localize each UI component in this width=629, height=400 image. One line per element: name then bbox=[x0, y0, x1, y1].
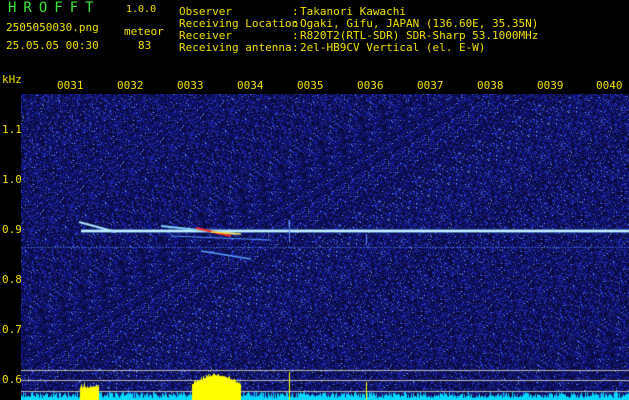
app-title: HROFFT bbox=[8, 0, 101, 16]
info-antenna-value: 2el-HB9CV Vertical (el. E-W) bbox=[300, 41, 486, 54]
time-tick-label: 0034 bbox=[237, 79, 264, 92]
record-datetime: 25.05.05 00:30 bbox=[6, 39, 99, 52]
freq-tick-label: 0.6 bbox=[2, 373, 22, 386]
freq-tick-label: 0.8 bbox=[2, 273, 22, 286]
freq-tick-label: 1.0 bbox=[2, 173, 22, 186]
freq-tick-label: 0.9 bbox=[2, 223, 22, 236]
freq-tick-label: 1.1 bbox=[2, 123, 22, 136]
info-antenna-label: Receiving antenna bbox=[179, 41, 292, 54]
time-tick-label: 0035 bbox=[297, 79, 324, 92]
time-tick-label: 0040 bbox=[596, 79, 623, 92]
time-tick-label: 0036 bbox=[357, 79, 384, 92]
time-tick-label: 0033 bbox=[177, 79, 204, 92]
time-tick-label: 0031 bbox=[57, 79, 84, 92]
time-tick-label: 0039 bbox=[537, 79, 564, 92]
freq-tick-label: 0.7 bbox=[2, 323, 22, 336]
time-tick-label: 0038 bbox=[477, 79, 504, 92]
info-separator: : bbox=[292, 41, 299, 54]
spectrogram-canvas bbox=[21, 94, 629, 400]
meteor-count-value: 83 bbox=[138, 39, 152, 52]
spectrogram-plot bbox=[21, 94, 629, 400]
frequency-unit-label: kHz bbox=[2, 73, 22, 86]
app-version: 1.0.0 bbox=[126, 4, 157, 15]
meteor-count-label: meteor bbox=[124, 25, 164, 38]
file-name: 2505050030.png bbox=[6, 21, 99, 34]
time-tick-label: 0032 bbox=[117, 79, 144, 92]
time-tick-label: 0037 bbox=[417, 79, 444, 92]
